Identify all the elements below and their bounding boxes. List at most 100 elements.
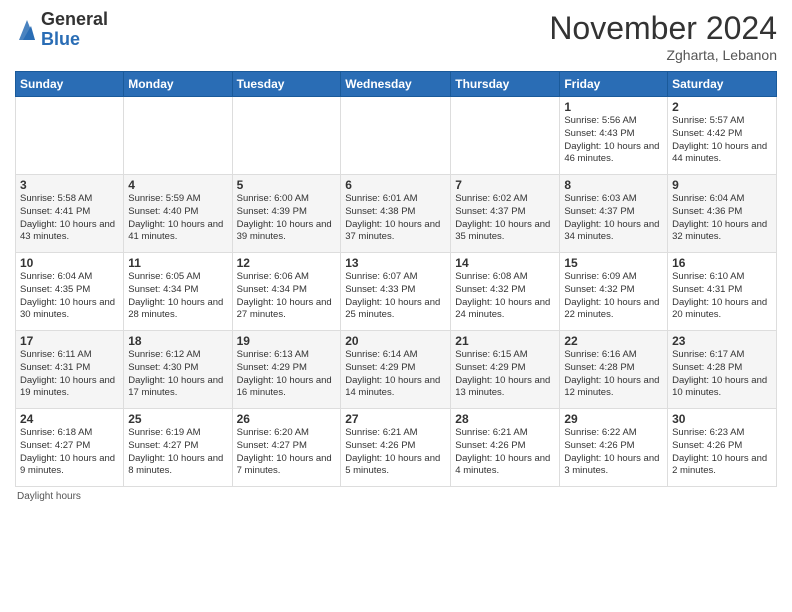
- day-info: Sunrise: 6:22 AM Sunset: 4:26 PM Dayligh…: [564, 427, 663, 478]
- day-number: 13: [345, 256, 446, 270]
- header-row: Sunday Monday Tuesday Wednesday Thursday…: [16, 72, 777, 97]
- day-info: Sunrise: 6:21 AM Sunset: 4:26 PM Dayligh…: [455, 427, 555, 478]
- calendar-cell: 14Sunrise: 6:08 AM Sunset: 4:32 PM Dayli…: [451, 253, 560, 331]
- day-number: 12: [237, 256, 337, 270]
- day-info: Sunrise: 6:05 AM Sunset: 4:34 PM Dayligh…: [128, 271, 227, 322]
- header-sunday: Sunday: [16, 72, 124, 97]
- day-number: 5: [237, 178, 337, 192]
- day-number: 27: [345, 412, 446, 426]
- calendar-week-1: 1Sunrise: 5:56 AM Sunset: 4:43 PM Daylig…: [16, 97, 777, 175]
- calendar-cell: 23Sunrise: 6:17 AM Sunset: 4:28 PM Dayli…: [668, 331, 777, 409]
- day-info: Sunrise: 6:02 AM Sunset: 4:37 PM Dayligh…: [455, 193, 555, 244]
- header-thursday: Thursday: [451, 72, 560, 97]
- logo-icon: [17, 18, 37, 42]
- day-info: Sunrise: 6:15 AM Sunset: 4:29 PM Dayligh…: [455, 349, 555, 400]
- day-number: 9: [672, 178, 772, 192]
- day-info: Sunrise: 6:16 AM Sunset: 4:28 PM Dayligh…: [564, 349, 663, 400]
- page-container: General Blue November 2024 Zgharta, Leba…: [0, 0, 792, 507]
- calendar-cell: 13Sunrise: 6:07 AM Sunset: 4:33 PM Dayli…: [341, 253, 451, 331]
- day-info: Sunrise: 6:09 AM Sunset: 4:32 PM Dayligh…: [564, 271, 663, 322]
- day-info: Sunrise: 6:17 AM Sunset: 4:28 PM Dayligh…: [672, 349, 772, 400]
- day-number: 15: [564, 256, 663, 270]
- calendar-cell: 16Sunrise: 6:10 AM Sunset: 4:31 PM Dayli…: [668, 253, 777, 331]
- day-number: 16: [672, 256, 772, 270]
- day-number: 11: [128, 256, 227, 270]
- calendar-cell: 2Sunrise: 5:57 AM Sunset: 4:42 PM Daylig…: [668, 97, 777, 175]
- calendar-header: Sunday Monday Tuesday Wednesday Thursday…: [16, 72, 777, 97]
- location: Zgharta, Lebanon: [549, 47, 777, 63]
- logo: General Blue: [15, 10, 108, 50]
- day-number: 29: [564, 412, 663, 426]
- day-number: 26: [237, 412, 337, 426]
- calendar-cell: 5Sunrise: 6:00 AM Sunset: 4:39 PM Daylig…: [232, 175, 341, 253]
- day-info: Sunrise: 6:04 AM Sunset: 4:36 PM Dayligh…: [672, 193, 772, 244]
- day-number: 3: [20, 178, 119, 192]
- day-number: 17: [20, 334, 119, 348]
- day-info: Sunrise: 5:59 AM Sunset: 4:40 PM Dayligh…: [128, 193, 227, 244]
- day-number: 19: [237, 334, 337, 348]
- calendar-cell: 27Sunrise: 6:21 AM Sunset: 4:26 PM Dayli…: [341, 409, 451, 487]
- calendar-cell: 26Sunrise: 6:20 AM Sunset: 4:27 PM Dayli…: [232, 409, 341, 487]
- calendar-cell: 9Sunrise: 6:04 AM Sunset: 4:36 PM Daylig…: [668, 175, 777, 253]
- day-number: 1: [564, 100, 663, 114]
- calendar-cell: 19Sunrise: 6:13 AM Sunset: 4:29 PM Dayli…: [232, 331, 341, 409]
- day-number: 14: [455, 256, 555, 270]
- calendar-cell: 3Sunrise: 5:58 AM Sunset: 4:41 PM Daylig…: [16, 175, 124, 253]
- calendar-cell: 4Sunrise: 5:59 AM Sunset: 4:40 PM Daylig…: [124, 175, 232, 253]
- day-info: Sunrise: 6:11 AM Sunset: 4:31 PM Dayligh…: [20, 349, 119, 400]
- day-info: Sunrise: 6:06 AM Sunset: 4:34 PM Dayligh…: [237, 271, 337, 322]
- calendar-cell: 25Sunrise: 6:19 AM Sunset: 4:27 PM Dayli…: [124, 409, 232, 487]
- calendar-cell: [16, 97, 124, 175]
- header-tuesday: Tuesday: [232, 72, 341, 97]
- day-info: Sunrise: 6:08 AM Sunset: 4:32 PM Dayligh…: [455, 271, 555, 322]
- day-number: 24: [20, 412, 119, 426]
- month-title: November 2024: [549, 10, 777, 47]
- header: General Blue November 2024 Zgharta, Leba…: [15, 10, 777, 63]
- day-info: Sunrise: 6:00 AM Sunset: 4:39 PM Dayligh…: [237, 193, 337, 244]
- calendar-week-5: 24Sunrise: 6:18 AM Sunset: 4:27 PM Dayli…: [16, 409, 777, 487]
- day-info: Sunrise: 6:14 AM Sunset: 4:29 PM Dayligh…: [345, 349, 446, 400]
- day-number: 7: [455, 178, 555, 192]
- day-info: Sunrise: 6:04 AM Sunset: 4:35 PM Dayligh…: [20, 271, 119, 322]
- day-info: Sunrise: 6:13 AM Sunset: 4:29 PM Dayligh…: [237, 349, 337, 400]
- calendar-cell: 7Sunrise: 6:02 AM Sunset: 4:37 PM Daylig…: [451, 175, 560, 253]
- calendar-cell: 6Sunrise: 6:01 AM Sunset: 4:38 PM Daylig…: [341, 175, 451, 253]
- calendar-cell: [124, 97, 232, 175]
- day-info: Sunrise: 6:19 AM Sunset: 4:27 PM Dayligh…: [128, 427, 227, 478]
- calendar-cell: [232, 97, 341, 175]
- calendar-body: 1Sunrise: 5:56 AM Sunset: 4:43 PM Daylig…: [16, 97, 777, 487]
- day-number: 25: [128, 412, 227, 426]
- day-number: 4: [128, 178, 227, 192]
- day-info: Sunrise: 6:12 AM Sunset: 4:30 PM Dayligh…: [128, 349, 227, 400]
- day-number: 10: [20, 256, 119, 270]
- title-block: November 2024 Zgharta, Lebanon: [549, 10, 777, 63]
- day-number: 22: [564, 334, 663, 348]
- calendar-cell: 15Sunrise: 6:09 AM Sunset: 4:32 PM Dayli…: [560, 253, 668, 331]
- calendar-table: Sunday Monday Tuesday Wednesday Thursday…: [15, 71, 777, 487]
- calendar-cell: [451, 97, 560, 175]
- day-number: 18: [128, 334, 227, 348]
- day-number: 6: [345, 178, 446, 192]
- day-info: Sunrise: 6:07 AM Sunset: 4:33 PM Dayligh…: [345, 271, 446, 322]
- calendar-week-3: 10Sunrise: 6:04 AM Sunset: 4:35 PM Dayli…: [16, 253, 777, 331]
- calendar-cell: 17Sunrise: 6:11 AM Sunset: 4:31 PM Dayli…: [16, 331, 124, 409]
- calendar-cell: 10Sunrise: 6:04 AM Sunset: 4:35 PM Dayli…: [16, 253, 124, 331]
- calendar-cell: 29Sunrise: 6:22 AM Sunset: 4:26 PM Dayli…: [560, 409, 668, 487]
- header-friday: Friday: [560, 72, 668, 97]
- day-number: 28: [455, 412, 555, 426]
- calendar-cell: 11Sunrise: 6:05 AM Sunset: 4:34 PM Dayli…: [124, 253, 232, 331]
- day-number: 23: [672, 334, 772, 348]
- footer-note: Daylight hours: [15, 491, 777, 502]
- day-number: 21: [455, 334, 555, 348]
- day-info: Sunrise: 6:20 AM Sunset: 4:27 PM Dayligh…: [237, 427, 337, 478]
- day-number: 8: [564, 178, 663, 192]
- calendar-cell: 1Sunrise: 5:56 AM Sunset: 4:43 PM Daylig…: [560, 97, 668, 175]
- header-wednesday: Wednesday: [341, 72, 451, 97]
- day-info: Sunrise: 5:58 AM Sunset: 4:41 PM Dayligh…: [20, 193, 119, 244]
- calendar-cell: 24Sunrise: 6:18 AM Sunset: 4:27 PM Dayli…: [16, 409, 124, 487]
- calendar-cell: 8Sunrise: 6:03 AM Sunset: 4:37 PM Daylig…: [560, 175, 668, 253]
- day-info: Sunrise: 6:01 AM Sunset: 4:38 PM Dayligh…: [345, 193, 446, 244]
- calendar-cell: 28Sunrise: 6:21 AM Sunset: 4:26 PM Dayli…: [451, 409, 560, 487]
- day-info: Sunrise: 6:10 AM Sunset: 4:31 PM Dayligh…: [672, 271, 772, 322]
- day-number: 20: [345, 334, 446, 348]
